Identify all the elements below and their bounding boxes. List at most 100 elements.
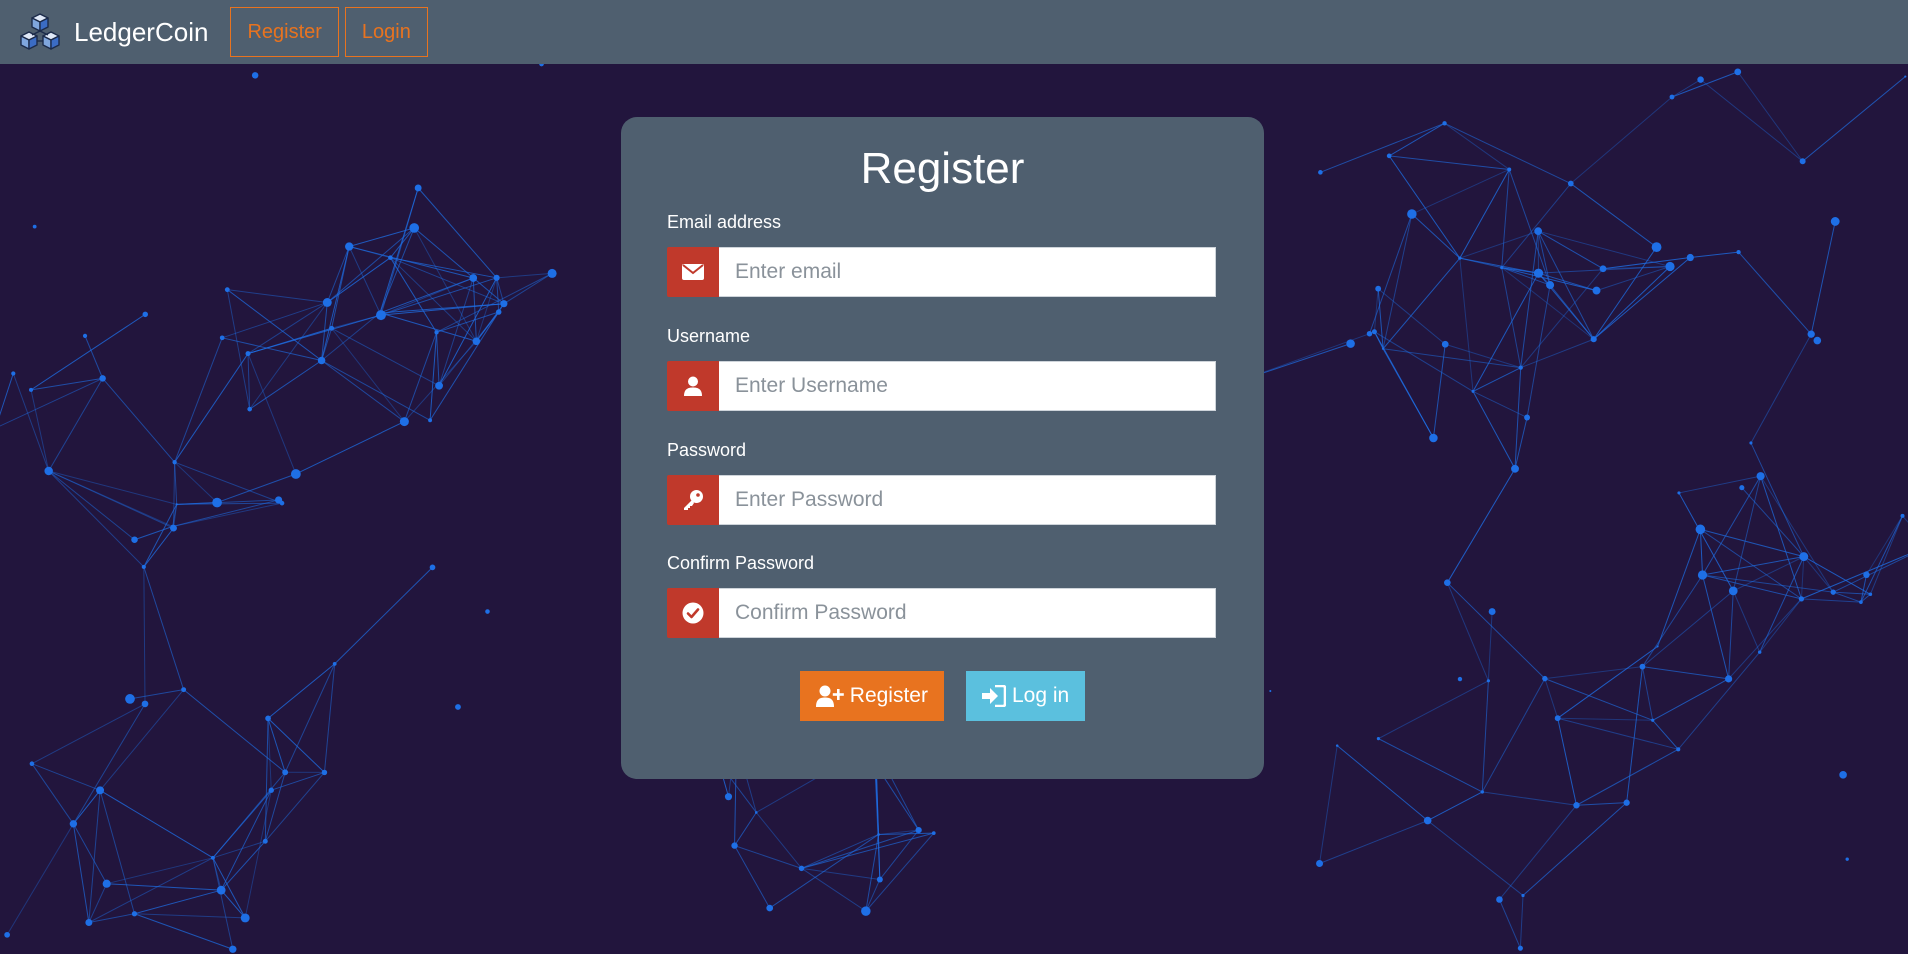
network-node [69,820,78,828]
network-line [1520,231,1539,368]
network-node [141,564,146,569]
network-node [495,309,502,315]
network-line [1501,267,1551,286]
network-line [1671,79,1701,98]
network-node [85,919,93,926]
network-line [134,913,246,919]
network-line [326,227,415,303]
network-node [1900,513,1905,518]
network-line [72,703,146,825]
login-button[interactable]: Log in [965,671,1086,721]
network-node [1546,281,1555,290]
network-node [1904,75,1907,78]
network-line [326,246,350,303]
network-node [1845,857,1849,861]
network-node [429,564,436,571]
network-node [268,787,274,793]
network-line [212,857,222,891]
nav-login-button[interactable]: Login [344,7,428,57]
network-node [212,497,222,508]
network-line [1520,338,1594,369]
network-node [4,931,10,938]
email-input[interactable] [719,247,1216,297]
network-node [224,287,230,293]
network-line [1411,169,1510,215]
network-line [1800,556,1805,599]
nav-register-button[interactable]: Register [230,7,339,57]
network-line [72,789,101,825]
network-node [1799,158,1806,165]
confirm-password-input[interactable] [719,588,1216,638]
sign-in-icon [981,685,1006,707]
network-line [30,377,103,391]
network-line [174,353,249,463]
username-input-group [667,361,1216,411]
network-line [1446,468,1516,583]
network-line [267,663,335,719]
network-line [31,763,74,825]
network-line [1642,574,1703,667]
network-node [1676,747,1681,752]
network-line [99,789,214,859]
network-node [1739,485,1745,491]
network-node [1534,227,1543,236]
network-line [1446,582,1546,679]
network-node [877,833,880,836]
network-line [349,227,415,247]
network-line [174,462,178,505]
network-line [247,314,382,355]
register-button[interactable]: Register [799,671,944,721]
network-line [1750,333,1812,444]
network-line [267,718,272,791]
network-line [1514,367,1522,469]
network-line [284,663,336,773]
network-line [1866,515,1903,576]
network-line [1445,343,1521,369]
network-node [125,694,135,704]
network-node [290,469,301,479]
network-line [216,473,297,504]
network-node [469,274,478,282]
network-line [1760,475,1834,593]
network-line [1626,666,1643,803]
register-button-label: Register [849,684,928,707]
network-line [1557,717,1679,750]
network-line [1570,96,1673,184]
network-line [1482,791,1577,806]
blockchain-cubes-logo-icon [20,13,60,50]
network-node [1724,675,1733,683]
network-line [1388,122,1445,157]
network-node [1830,217,1840,226]
network-node [1381,347,1385,350]
network-line [1803,556,1871,595]
network-line [99,790,135,914]
network-line [1741,487,1805,557]
network-line [472,278,477,342]
network-node [1371,329,1377,335]
brand-name: LedgerCoin [74,16,209,47]
network-node [1524,414,1531,421]
network-line [1538,230,1671,267]
network-line [1802,76,1906,162]
network-node [210,855,215,860]
network-node [345,242,354,251]
network-line [1557,717,1653,721]
network-node [915,826,922,834]
network-node [321,769,328,776]
network-line [1728,590,1734,679]
network-line [1652,719,1679,750]
password-input[interactable] [719,475,1216,525]
brand[interactable]: LedgerCoin [18,10,208,54]
network-line [1481,678,1546,793]
network-node [1807,330,1815,338]
network-node [102,879,111,888]
network-line [331,246,350,329]
network-line [1750,442,1805,557]
network-node [1656,645,1659,648]
username-input[interactable] [719,361,1216,411]
network-line [1446,582,1489,682]
network-line [88,913,135,923]
network-line [1557,646,1658,719]
network-node [279,500,285,506]
network-node [1521,893,1525,898]
